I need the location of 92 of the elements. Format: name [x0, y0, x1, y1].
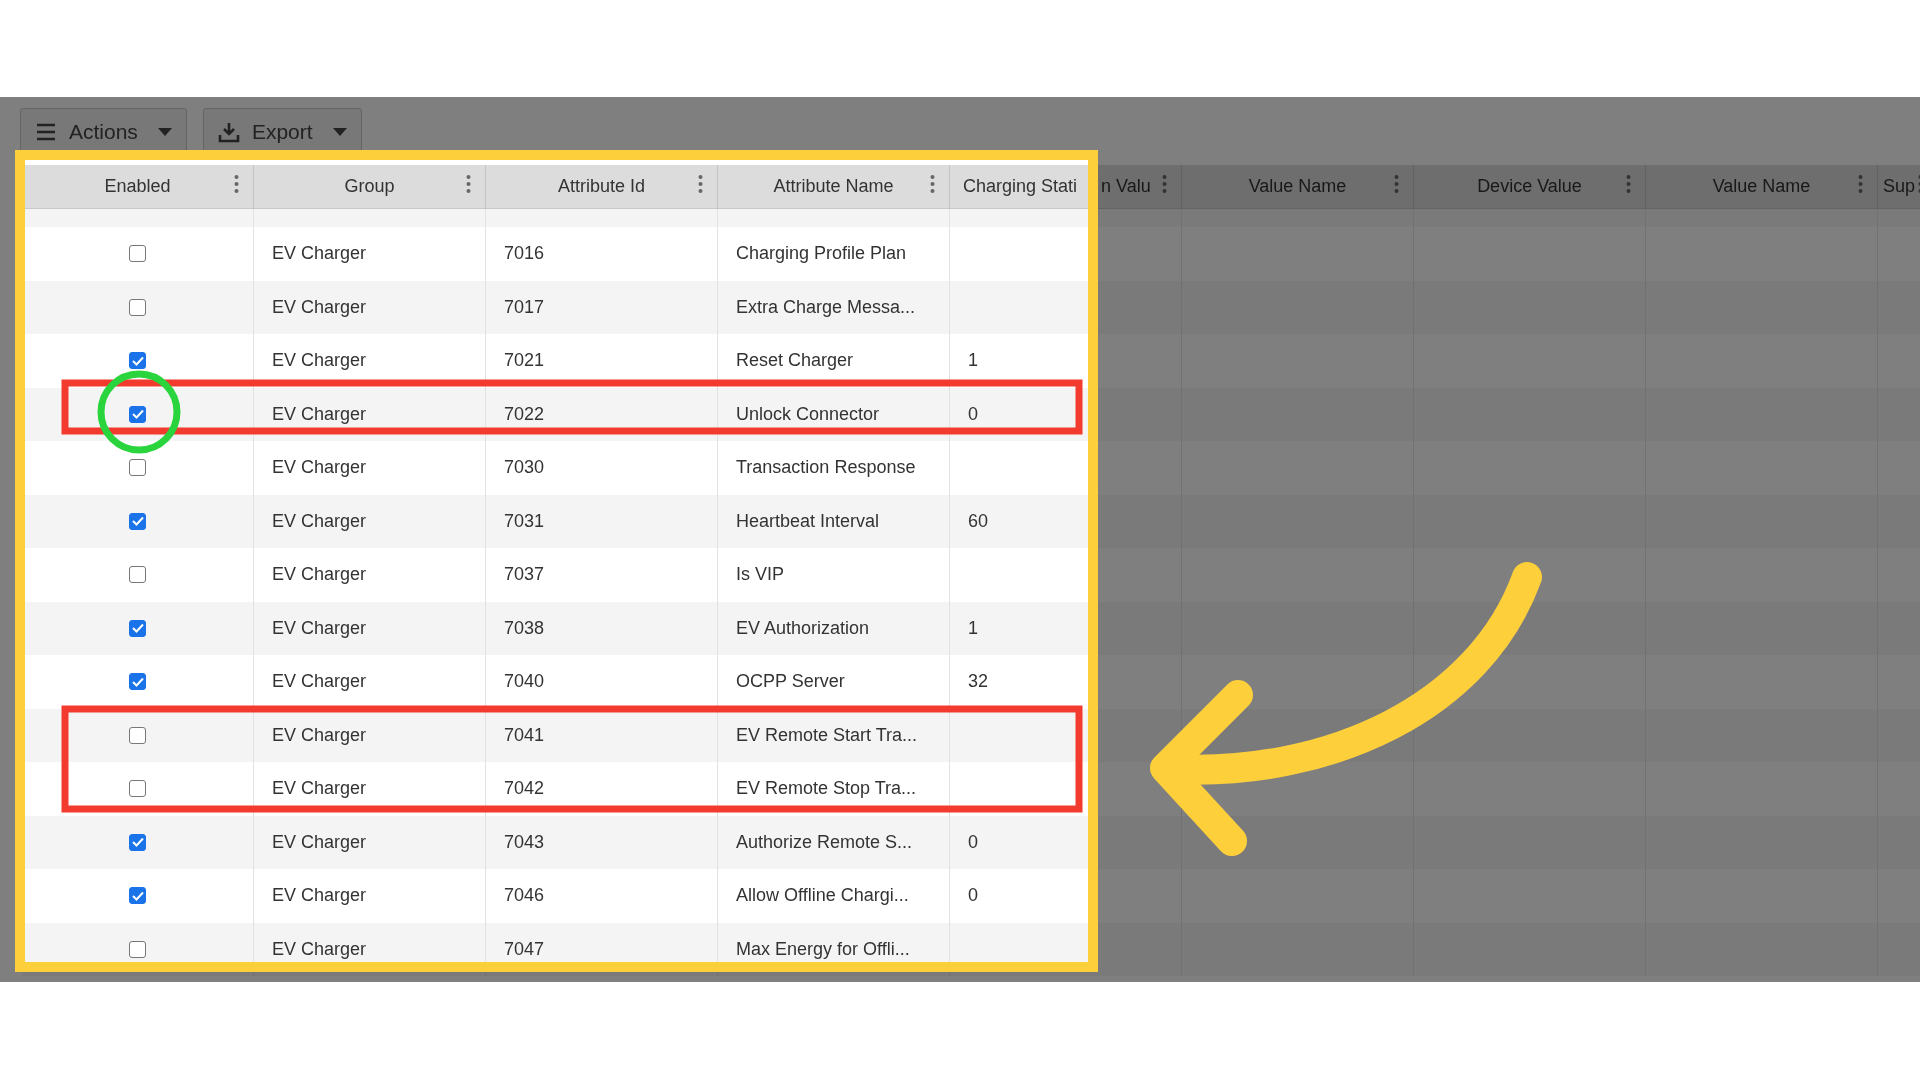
table-cell: EV Remote Start Tra... — [736, 724, 918, 746]
table-cell: 7043 — [504, 831, 545, 853]
table-cell: 0 — [968, 831, 978, 853]
checkbox[interactable] — [129, 940, 146, 958]
column-menu-icon[interactable] — [1626, 174, 1631, 194]
table-cell: 7031 — [504, 510, 545, 532]
table-cell: 32 — [968, 671, 989, 693]
table-cell: 7040 — [504, 671, 545, 693]
checkbox[interactable] — [129, 887, 146, 905]
table-cell: 7046 — [504, 885, 545, 907]
table-cell: EV Charger — [272, 350, 367, 372]
check-icon — [131, 676, 144, 687]
table-cell: EV Charger — [272, 403, 367, 425]
checkbox[interactable] — [129, 512, 146, 530]
column-header[interactable]: Value Name — [1712, 176, 1811, 197]
checkbox[interactable] — [129, 780, 146, 798]
check-icon — [131, 890, 144, 901]
table-cell: 7038 — [504, 617, 545, 639]
table-cell: 7041 — [504, 724, 545, 746]
table-cell: Extra Charge Messa... — [736, 296, 916, 318]
checkbox[interactable] — [129, 566, 146, 584]
table-cell: Allow Offline Chargi... — [736, 885, 909, 907]
table-cell: EV Remote Stop Tra... — [736, 778, 917, 800]
check-icon — [131, 837, 144, 848]
caret-icon — [332, 127, 347, 137]
column-menu-icon[interactable] — [1162, 174, 1167, 194]
table-cell: Authorize Remote S... — [736, 831, 913, 853]
checkbox[interactable] — [129, 673, 146, 691]
check-icon — [131, 623, 144, 634]
table-cell: EV Charger — [272, 885, 367, 907]
table-cell: 7047 — [504, 938, 545, 960]
table-cell: EV Charger — [272, 671, 367, 693]
checkbox[interactable] — [129, 298, 146, 316]
table-cell: 7042 — [504, 778, 545, 800]
checkbox[interactable] — [129, 352, 146, 370]
table-cell: Reset Charger — [736, 350, 854, 372]
check-icon — [131, 516, 144, 527]
table-cell: 0 — [968, 885, 978, 907]
table-cell: 7037 — [504, 564, 545, 586]
checkbox[interactable] — [129, 619, 146, 637]
table-cell: EV Charger — [272, 831, 367, 853]
column-menu-icon[interactable] — [930, 174, 935, 194]
column-header[interactable]: Enabled — [104, 176, 171, 197]
column-menu-icon[interactable] — [1858, 174, 1863, 194]
column-menu-icon[interactable] — [466, 174, 471, 194]
table-cell: Charging Profile Plan — [736, 243, 907, 265]
table-cell: OCPP Server — [736, 671, 845, 693]
column-header[interactable]: Attribute Id — [557, 176, 645, 197]
table-cell: 7022 — [504, 403, 545, 425]
table-cell: 1 — [968, 350, 978, 372]
table-cell: EV Charger — [272, 243, 367, 265]
column-header[interactable]: n Valu — [1101, 176, 1151, 197]
table-cell: 7021 — [504, 350, 545, 372]
menu-icon — [35, 121, 57, 143]
checkbox[interactable] — [129, 459, 146, 477]
table-cell: EV Charger — [272, 510, 367, 532]
table-cell: 7030 — [504, 457, 545, 479]
table-cell: EV Charger — [272, 778, 367, 800]
table-cell: EV Charger — [272, 457, 367, 479]
check-icon — [131, 409, 144, 420]
checkbox[interactable] — [129, 726, 146, 744]
download-icon — [217, 121, 240, 143]
table-cell: EV Charger — [272, 938, 367, 960]
table-cell: EV Charger — [272, 724, 367, 746]
checkbox[interactable] — [129, 245, 146, 263]
column-menu-icon[interactable] — [698, 174, 703, 194]
table-cell: Is VIP — [736, 564, 784, 586]
table-cell: EV Charger — [272, 296, 367, 318]
column-header[interactable]: Charging Stati — [963, 176, 1078, 197]
table-cell: Heartbeat Interval — [736, 510, 880, 532]
table-cell: 1 — [968, 617, 978, 639]
table-cell: EV Charger — [272, 564, 367, 586]
table-cell: 7016 — [504, 243, 545, 265]
check-icon — [131, 355, 144, 366]
table-cell: Unlock Connector — [736, 403, 880, 425]
column-header[interactable]: Group — [344, 176, 395, 197]
checkbox[interactable] — [129, 833, 146, 851]
column-header[interactable]: Device Value — [1477, 176, 1582, 197]
table-cell: 7017 — [504, 296, 545, 318]
table-cell: EV Charger — [272, 617, 367, 639]
table-cell: Transaction Response — [736, 457, 916, 479]
table-cell: EV Authorization — [736, 617, 870, 639]
column-header[interactable]: Attribute Name — [773, 176, 894, 197]
table-cell: Max Energy for Offli... — [736, 938, 910, 960]
column-menu-icon[interactable] — [234, 174, 239, 194]
column-header[interactable]: Value Name — [1248, 176, 1347, 197]
column-menu-icon[interactable] — [1394, 174, 1399, 194]
table-cell: 0 — [968, 403, 978, 425]
caret-icon — [157, 127, 172, 137]
table-cell: 60 — [968, 510, 989, 532]
column-header[interactable]: Sup — [1883, 176, 1916, 197]
checkbox[interactable] — [129, 405, 146, 423]
